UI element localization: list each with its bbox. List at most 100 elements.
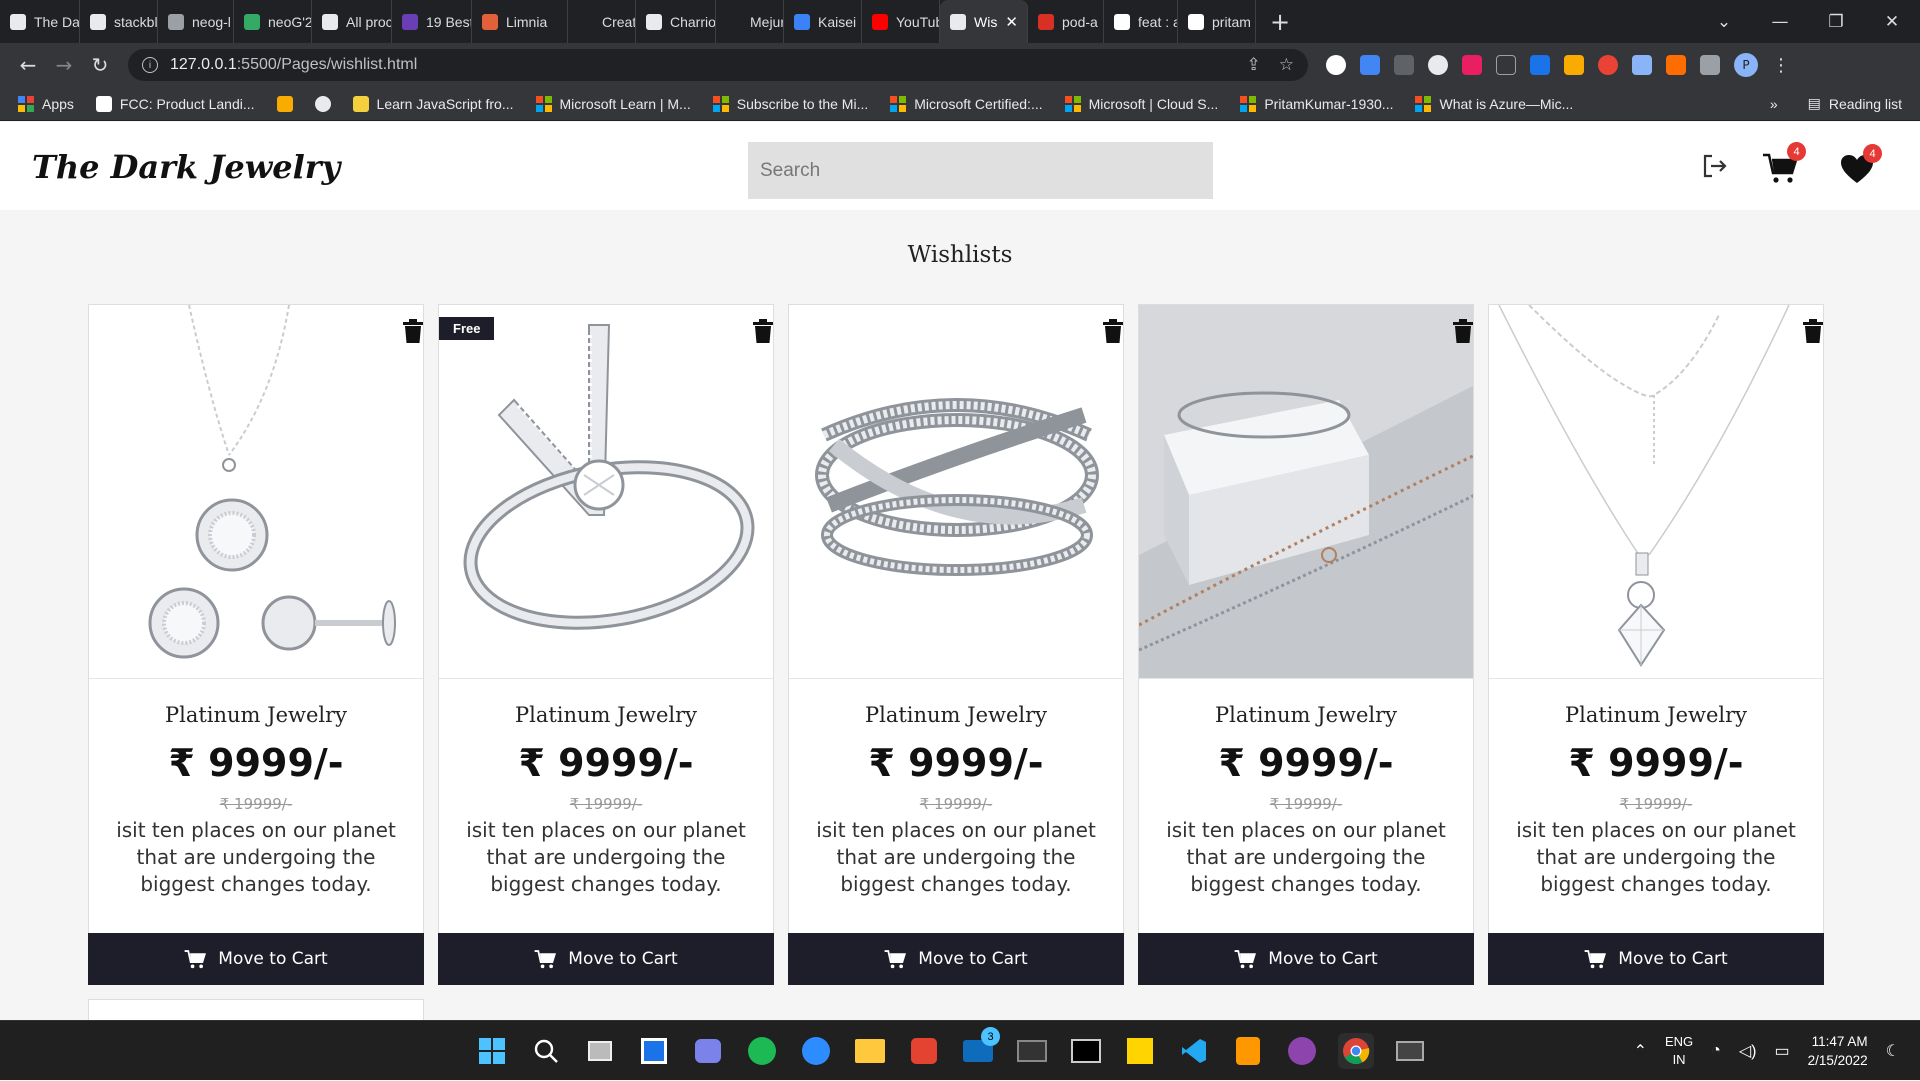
- notifications-icon[interactable]: ☾: [1886, 1041, 1900, 1061]
- browser-tab[interactable]: Create: [568, 0, 636, 43]
- pen-extension-icon[interactable]: [1394, 55, 1414, 75]
- browser-tab[interactable]: YouTub: [862, 0, 940, 43]
- clock[interactable]: 11:47 AM 2/15/2022: [1808, 1032, 1868, 1070]
- browser-tab[interactable]: stackbl: [80, 0, 158, 43]
- vscode-icon[interactable]: [1176, 1033, 1212, 1069]
- reading-list-button[interactable]: ▤ Reading list: [1808, 95, 1902, 112]
- start-button-icon[interactable]: [474, 1033, 510, 1069]
- widgets-icon[interactable]: [636, 1033, 672, 1069]
- search-input[interactable]: [748, 142, 1213, 199]
- browser-tab[interactable]: Mejuri: [716, 0, 784, 43]
- bookmark-item[interactable]: PritamKumar-1930...: [1240, 95, 1393, 112]
- fire-extension-icon[interactable]: [1666, 55, 1686, 75]
- move-to-cart-button[interactable]: Move to Cart: [1138, 933, 1474, 985]
- task-view-icon[interactable]: [582, 1033, 618, 1069]
- bookmark-item[interactable]: Microsoft | Cloud S...: [1064, 95, 1218, 112]
- new-tab-button[interactable]: +: [1256, 8, 1304, 36]
- new-extension-icon[interactable]: [1530, 55, 1550, 75]
- address-bar[interactable]: i 127.0.0.1 :5500/Pages/wishlist.html ⇪ …: [128, 49, 1308, 81]
- profile-avatar[interactable]: P: [1734, 53, 1758, 77]
- shield-extension-icon[interactable]: [1598, 55, 1618, 75]
- sticky-notes-icon[interactable]: [1122, 1033, 1158, 1069]
- close-tab-icon[interactable]: ✕: [1005, 13, 1018, 31]
- search-icon[interactable]: [528, 1033, 564, 1069]
- file-explorer-icon[interactable]: [852, 1033, 888, 1069]
- cloud-extension-icon[interactable]: [1428, 55, 1448, 75]
- browser-tab[interactable]: pod-a: [1028, 0, 1104, 43]
- sublime-text-icon[interactable]: [1230, 1033, 1266, 1069]
- wishlist-grid: Platinum Jewelry ₹ 9999/- ₹ 19999/- isit te…: [88, 304, 1824, 985]
- browser-tab[interactable]: pritam: [1178, 0, 1256, 43]
- bookmark-item[interactable]: Subscribe to the Mi...: [712, 95, 868, 112]
- bookmark-item[interactable]: Apps: [18, 95, 74, 112]
- restore-button[interactable]: ❐: [1808, 12, 1864, 32]
- browser-tab[interactable]: neoG'2: [234, 0, 312, 43]
- battery-icon[interactable]: ▭: [1774, 1041, 1789, 1061]
- translate-extension-icon[interactable]: [1360, 55, 1380, 75]
- zoom-icon[interactable]: [798, 1033, 834, 1069]
- brand-logo[interactable]: The Dark Jewelry: [32, 148, 340, 186]
- bookmark-item[interactable]: Microsoft Certified:...: [890, 95, 1043, 112]
- github-desktop-icon[interactable]: [1284, 1033, 1320, 1069]
- more-bookmarks-button[interactable]: »: [1770, 96, 1778, 112]
- menu-kebab-icon[interactable]: ⋮: [1772, 55, 1790, 76]
- move-to-cart-button[interactable]: Move to Cart: [788, 933, 1124, 985]
- doc-extension-icon[interactable]: [1632, 55, 1652, 75]
- back-button[interactable]: ←: [10, 53, 46, 77]
- browser-tab[interactable]: Kaisei I: [784, 0, 862, 43]
- product-image[interactable]: [789, 305, 1123, 679]
- bookmark-item[interactable]: FCC: Product Landi...: [95, 95, 255, 112]
- bookmark-item[interactable]: What is Azure—Mic...: [1415, 95, 1573, 112]
- browser-tab[interactable]: Limnia: [472, 0, 568, 43]
- bookmark-star-icon[interactable]: ☆: [1279, 55, 1294, 75]
- move-to-cart-button[interactable]: Move to Cart: [88, 933, 424, 985]
- puzzle-icon[interactable]: [1700, 55, 1720, 75]
- browser-tab[interactable]: Charrio: [636, 0, 716, 43]
- bookmark-item[interactable]: [314, 95, 331, 112]
- spotify-icon[interactable]: [744, 1033, 780, 1069]
- product-image[interactable]: [1139, 305, 1473, 679]
- grid-extension-icon[interactable]: [1462, 55, 1482, 75]
- minimize-button[interactable]: —: [1752, 12, 1808, 32]
- browser-tab[interactable]: 19 Best: [392, 0, 472, 43]
- cart-icon[interactable]: 4: [1762, 142, 1806, 188]
- close-window-button[interactable]: ✕: [1864, 12, 1920, 32]
- site-info-icon[interactable]: i: [142, 57, 158, 73]
- logout-icon[interactable]: [1702, 154, 1728, 182]
- bookmark-item[interactable]: [276, 95, 293, 112]
- browser-tab[interactable]: neog-l: [158, 0, 234, 43]
- tray-overflow-chevron-icon[interactable]: ⌃: [1634, 1041, 1647, 1061]
- terminal-icon[interactable]: [1014, 1033, 1050, 1069]
- move-to-cart-label: Move to Cart: [218, 949, 328, 969]
- product-image[interactable]: [89, 305, 423, 679]
- tab-title: feat : a: [1138, 13, 1178, 30]
- snipping-tool-icon[interactable]: [1392, 1033, 1428, 1069]
- move-to-cart-button[interactable]: Move to Cart: [438, 933, 774, 985]
- browser-tab[interactable]: Wis ✕: [940, 0, 1028, 43]
- console-icon[interactable]: [1068, 1033, 1104, 1069]
- browser-tab[interactable]: The Da: [0, 0, 80, 43]
- formula-extension-icon[interactable]: [1496, 55, 1516, 75]
- language-indicator[interactable]: ENG IN: [1665, 1033, 1693, 1069]
- teams-chat-icon[interactable]: [690, 1033, 726, 1069]
- browser-tab[interactable]: All proc: [312, 0, 392, 43]
- forward-button[interactable]: →: [46, 53, 82, 77]
- mail-icon[interactable]: 3: [960, 1027, 1000, 1069]
- wifi-icon[interactable]: ◔: [1711, 1042, 1721, 1060]
- browser-tab[interactable]: feat : a: [1104, 0, 1178, 43]
- extension-icon[interactable]: [1326, 55, 1346, 75]
- share-icon[interactable]: ⇪: [1247, 55, 1261, 75]
- wishlist-heart-icon[interactable]: 4: [1840, 144, 1882, 188]
- move-to-cart-button[interactable]: Move to Cart: [1488, 933, 1824, 985]
- todoist-icon[interactable]: [906, 1033, 942, 1069]
- bar-extension-icon[interactable]: [1564, 55, 1584, 75]
- bookmark-item[interactable]: Learn JavaScript fro...: [352, 95, 514, 112]
- reload-button[interactable]: ↻: [82, 53, 118, 77]
- volume-icon[interactable]: ◁): [1739, 1041, 1757, 1061]
- tab-search-icon[interactable]: ⌄: [1696, 12, 1752, 32]
- tab-favicon-icon: [872, 13, 888, 30]
- product-image[interactable]: Free: [439, 305, 773, 679]
- product-image[interactable]: [1489, 305, 1823, 679]
- chrome-icon[interactable]: [1338, 1033, 1374, 1069]
- bookmark-item[interactable]: Microsoft Learn | M...: [535, 95, 691, 112]
